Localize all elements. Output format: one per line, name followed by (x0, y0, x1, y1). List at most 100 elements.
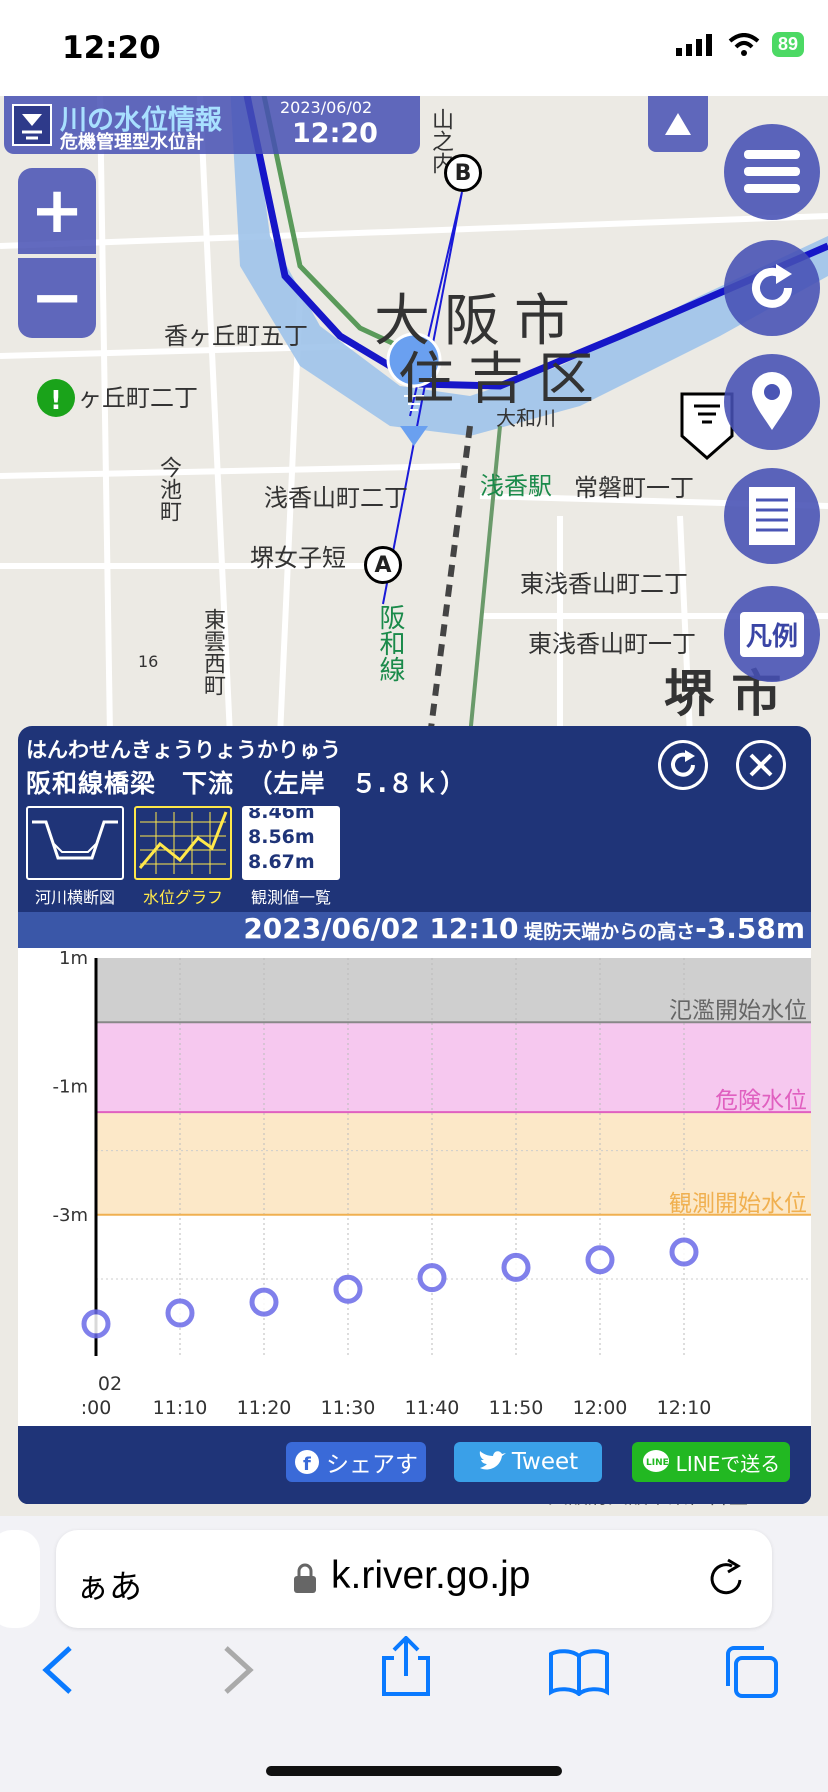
y-tick-label: -1m (53, 1076, 88, 1097)
x-tick-label: 11:10 (153, 1397, 208, 1419)
app-header: 川の水位情報 危機管理型水位計 2023/06/02 12:20 (4, 96, 420, 154)
level-band (96, 1022, 811, 1113)
y-tick-label: 1m (59, 948, 88, 969)
facebook-share-button[interactable]: f シェアす (286, 1442, 426, 1482)
address-bar[interactable]: ぁあ k.river.go.jp (56, 1530, 772, 1628)
map-label-river: 大和川 (496, 406, 556, 430)
header-time: 12:20 (292, 118, 378, 149)
reload-icon[interactable] (706, 1558, 746, 1600)
signal-icon (675, 33, 712, 56)
marker-b-label: B (454, 160, 472, 186)
facebook-share-label: シェアす (326, 1452, 418, 1478)
zoom-out-button[interactable]: − (18, 258, 96, 338)
reading-bar: 2023/06/02 12:10 堤防天端からの高さ-3.58m (18, 912, 811, 948)
map-label-area: 東雲西町 (200, 608, 225, 696)
previous-tab-peek[interactable] (0, 1530, 40, 1628)
app-subtitle: 危機管理型水位計 (60, 132, 204, 153)
station-name: 阪和線橋梁 下流 （左岸 ５.８ｋ） (26, 769, 466, 798)
location-button[interactable] (724, 354, 820, 450)
level-label: 観測開始水位 (669, 1191, 807, 1217)
data-point (249, 1287, 279, 1317)
tweet-button[interactable]: Tweet (454, 1442, 602, 1482)
facebook-icon: f (295, 1450, 319, 1475)
hamburger-icon (744, 150, 800, 193)
panel-close-button[interactable] (736, 740, 786, 790)
status-icons: 89 (675, 32, 804, 57)
map-label-station: 浅香駅 (480, 472, 552, 500)
close-icon (749, 753, 773, 777)
reading-desc: 堤防天端からの高さ (524, 921, 696, 943)
tab-observation-list[interactable]: 8.46m 8.56m 8.67m 観測値一覧 (242, 806, 340, 908)
station-info-panel: はんわせんきょうりょうかりゅう 阪和線橋梁 下流 （左岸 ５.８ｋ） 河川横断図… (18, 726, 811, 1504)
map-label-area: 浅香山町二丁 (264, 484, 408, 512)
station-name-kana: はんわせんきょうりょうかりゅう (26, 738, 341, 762)
forward-icon[interactable] (220, 1644, 256, 1696)
tab-label: 河川横断図 (34, 888, 115, 907)
svg-text:f: f (303, 1454, 311, 1475)
level-label: 氾濫開始水位 (669, 998, 807, 1024)
tab-label: 水位グラフ (142, 888, 223, 907)
list-value: 8.67m (248, 851, 315, 873)
tab-cross-section[interactable]: 河川横断図 (26, 806, 124, 908)
refresh-icon (671, 750, 695, 777)
tab-label: 観測値一覧 (250, 888, 331, 907)
twitter-bird-icon (479, 1451, 506, 1470)
data-point (81, 1309, 111, 1339)
back-icon[interactable] (40, 1644, 76, 1696)
marker-a[interactable]: A (364, 546, 402, 584)
data-point (585, 1245, 615, 1275)
data-point (333, 1274, 363, 1304)
tabs-icon[interactable] (722, 1644, 780, 1700)
reader-settings-button[interactable]: ぁあ (76, 1560, 142, 1608)
x-date-label: 02 (98, 1373, 122, 1395)
svg-text:LINE: LINE (646, 1458, 669, 1468)
line-share-button[interactable]: LINE LINEで送る (632, 1442, 790, 1482)
map-label-area: 常磐町一丁 (574, 474, 694, 502)
home-indicator (266, 1766, 562, 1776)
line-icon: LINE (642, 1450, 669, 1472)
location-pin-icon (752, 372, 792, 430)
marker-b[interactable]: B (444, 154, 482, 192)
lock-icon (294, 1563, 316, 1593)
level-label: 危険水位 (715, 1088, 807, 1114)
data-point (501, 1252, 531, 1282)
refresh-icon (752, 264, 792, 308)
tab-water-graph[interactable]: 水位グラフ (134, 806, 232, 908)
tweet-label: Tweet (511, 1449, 579, 1475)
header-date: 2023/06/02 (280, 98, 373, 117)
panel-tabs: 河川横断図 水位グラフ 8.46m 8.56m 8.67m 観測値一覧 (26, 806, 811, 907)
panel-refresh-button[interactable] (658, 740, 708, 790)
refresh-map-button[interactable] (724, 240, 820, 336)
data-point (417, 1263, 447, 1293)
map-label-num: 16 (138, 652, 159, 671)
list-value: 8.46m (248, 806, 315, 823)
zoom-in-button[interactable]: + (18, 168, 96, 254)
share-icon[interactable] (380, 1636, 432, 1698)
menu-button[interactable] (724, 124, 820, 220)
status-time: 12:20 (62, 30, 161, 66)
x-tick-label: 12:00 (573, 1397, 628, 1419)
status-bar: 12:20 89 (0, 0, 828, 96)
scroll-up-button[interactable] (648, 96, 708, 152)
data-point (165, 1298, 195, 1328)
cross-section-icon (26, 806, 124, 880)
legend-button[interactable]: 凡例 (724, 586, 820, 682)
document-button[interactable] (724, 468, 820, 564)
url-text: k.river.go.jp (331, 1554, 531, 1597)
data-point (669, 1237, 699, 1267)
wifi-icon (728, 32, 760, 56)
x-tick-label: 11:20 (237, 1397, 292, 1419)
map-label-rail: 阪和線 (375, 604, 405, 682)
chart-svg: 氾濫開始水位危険水位観測開始水位 1m -1m -3m:00 11:10 11:20 11:… (53, 948, 811, 1419)
line-share-label: LINEで送る (675, 1451, 781, 1476)
bookmarks-icon[interactable] (548, 1648, 610, 1696)
browser-toolbar: ぁあ k.river.go.jp (0, 1516, 828, 1792)
triangle-up-icon (665, 113, 691, 135)
legend-icon: 凡例 (739, 611, 804, 657)
x-tick-label: 12:10 (657, 1397, 712, 1419)
water-level-chart: 氾濫開始水位 危険水位 観測開始水位 1m -1m -3m:00 11:10 11:20 11:… (18, 948, 811, 1426)
share-bar: f シェアす Tweet LINE LINEで送る (18, 1426, 811, 1504)
list-icon: 8.46m 8.56m 8.67m (242, 806, 340, 880)
y-tick-label: -3m (53, 1205, 88, 1226)
document-icon (749, 487, 795, 545)
